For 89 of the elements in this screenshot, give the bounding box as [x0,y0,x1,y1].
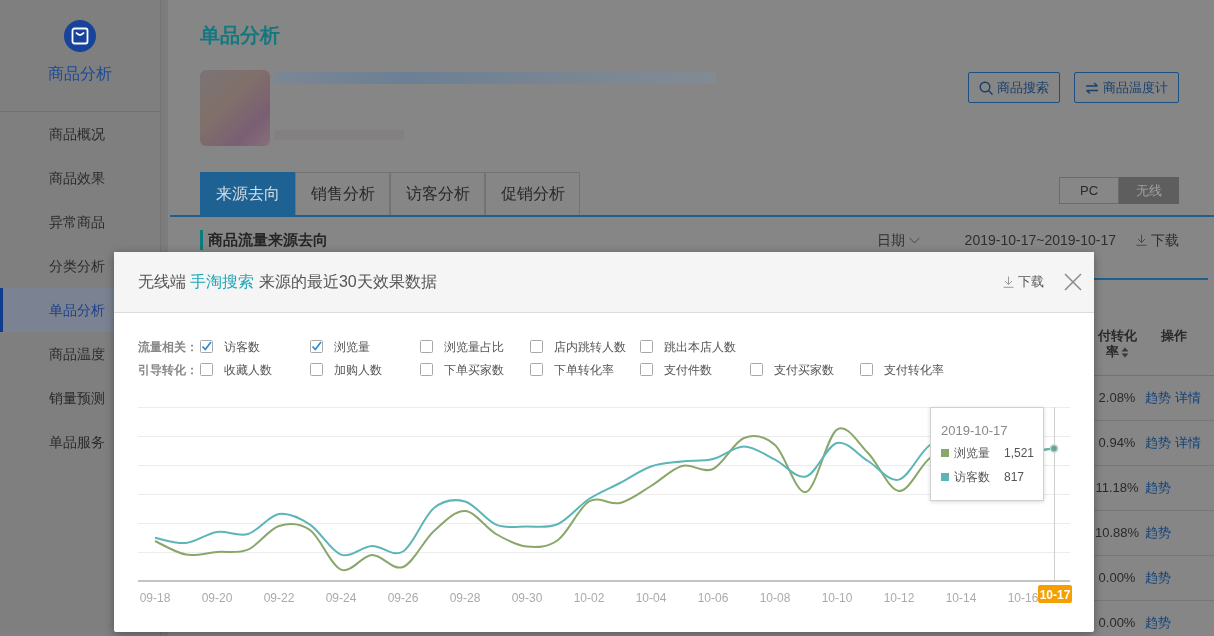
checkbox-label[interactable]: 下单转化率 [554,360,614,379]
x-axis-label: 09-28 [449,591,481,605]
checkbox[interactable] [530,340,543,353]
x-axis-label: 09-26 [387,591,419,605]
x-axis-label: 10-08 [759,591,791,605]
tab[interactable]: 促销分析 [485,172,580,215]
action-button[interactable]: 商品搜索 [968,72,1060,103]
x-axis-label: 10-04 [635,591,667,605]
checkbox-label[interactable]: 浏览量 [334,337,370,356]
page-title: 单品分析 [200,23,280,48]
tooltip-value: 1,521 [1004,445,1035,462]
sidebar-item[interactable]: 商品效果 [0,156,160,200]
group-label: 引导转化： [138,361,199,379]
column-header: 付转化率 [1096,328,1138,360]
download-icon [1136,234,1147,246]
tab[interactable]: 来源去向 [200,172,295,215]
action-link[interactable]: 趋势 [1145,433,1171,453]
table-cell-text: 10.88% [1095,524,1139,543]
checkbox[interactable] [640,340,653,353]
checkbox[interactable] [200,340,213,353]
search-icon [979,80,993,95]
close-icon[interactable] [1064,273,1082,291]
checkbox[interactable] [530,363,543,376]
x-axis-label: 10-16 [1007,591,1039,605]
tab[interactable]: 访客分析 [390,172,485,215]
table-cell-text: 0.94% [1097,434,1137,453]
x-axis-label: 09-24 [325,591,357,605]
device-toggle-button[interactable]: PC [1059,177,1119,204]
action-link[interactable]: 趋势 [1145,613,1171,633]
checkbox-label[interactable]: 支付转化率 [884,360,944,379]
checkbox-label[interactable]: 加购人数 [334,360,382,379]
action-link[interactable]: 详情 [1175,433,1201,453]
chevron-down-icon [908,236,920,244]
sort-icon [1120,347,1129,359]
checkbox-label[interactable]: 跳出本店人数 [664,337,736,356]
action-link[interactable]: 趋势 [1145,568,1171,588]
action-button[interactable]: 商品温度计 [1074,72,1179,103]
download-link[interactable]: 下载 [1003,272,1044,292]
action-link[interactable]: 详情 [1175,388,1201,408]
checkbox[interactable] [310,340,323,353]
checkbox-label[interactable]: 浏览量占比 [444,337,504,356]
x-axis-label: 09-18 [139,591,171,605]
x-axis-label: 10-12 [883,591,915,605]
download-icon [1003,276,1014,288]
checkbox-label[interactable]: 访客数 [224,337,260,356]
group-label: 流量相关： [138,338,199,356]
tab[interactable]: 销售分析 [295,172,390,215]
action-link[interactable]: 趋势 [1145,478,1171,498]
x-axis-label: 10-02 [573,591,605,605]
checkbox-label[interactable]: 支付买家数 [774,360,834,379]
bag-icon [64,20,96,52]
checkbox[interactable] [640,363,653,376]
table-cell-text: 11.18% [1095,479,1139,498]
x-axis-label: 09-22 [263,591,295,605]
date-badge: 10-17 [1038,585,1072,603]
table-cell-text: 2.08% [1097,389,1137,408]
tooltip-date: 2019-10-17 [941,422,1009,440]
checkbox-label[interactable]: 店内跳转人数 [554,337,626,356]
checkbox-label[interactable]: 支付件数 [664,360,712,379]
checkbox-label[interactable]: 下单买家数 [444,360,504,379]
checkbox[interactable] [860,363,873,376]
sidebar-item[interactable]: 商品概况 [0,112,160,156]
table-cell-text: 0.00% [1097,614,1137,633]
x-axis-label: 10-06 [697,591,729,605]
column-header: 操作 [1160,328,1188,344]
date-range: 2019-10-17~2019-10-17 [964,231,1116,250]
tooltip-series-label: 访客数 [954,469,991,486]
x-axis-label: 10-14 [945,591,977,605]
checkbox[interactable] [310,363,323,376]
checkbox[interactable] [200,363,213,376]
point-marker-icon [1049,444,1059,453]
swap-arrows-icon [1085,81,1099,94]
action-link[interactable]: 趋势 [1145,388,1171,408]
download-link[interactable]: 下载 [1136,230,1179,250]
checkbox[interactable] [420,340,433,353]
action-link[interactable]: 趋势 [1145,523,1171,543]
x-axis-label: 10-10 [821,591,853,605]
table-cell-text: 0.00% [1097,569,1137,588]
tooltip-value: 817 [1004,469,1025,486]
checkbox[interactable] [750,363,763,376]
checkbox[interactable] [420,363,433,376]
sidebar-item[interactable]: 异常商品 [0,200,160,244]
checkbox-label[interactable]: 收藏人数 [224,360,272,379]
device-toggle-button[interactable]: 无线 [1119,177,1179,204]
x-axis-label: 09-20 [201,591,233,605]
date-dropdown[interactable]: 日期 [876,230,920,250]
x-axis-label: 09-30 [511,591,543,605]
tooltip-series-label: 浏览量 [954,445,991,462]
sidebar-title: 商品分析 [48,64,112,84]
